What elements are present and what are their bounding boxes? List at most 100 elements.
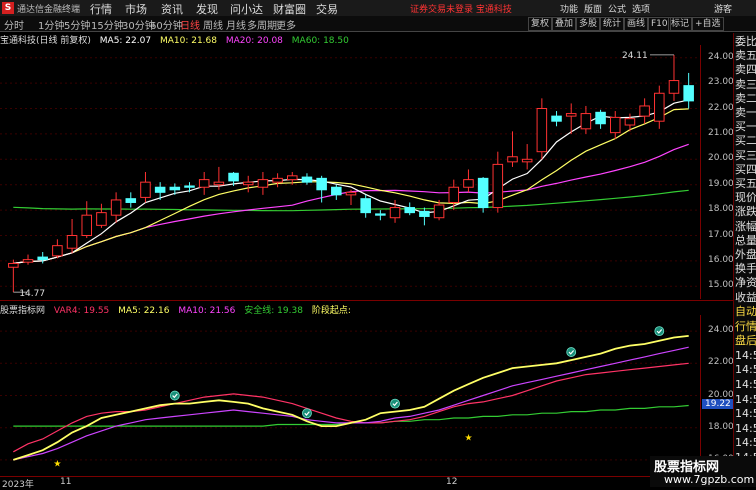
tick-time-label[interactable]: 14:5 <box>735 378 756 392</box>
quote-field-label[interactable]: 卖二 <box>735 92 756 106</box>
quote-field-label[interactable]: 外盘 <box>735 248 756 262</box>
candle-body <box>66 235 78 249</box>
period-daily[interactable]: 日线 <box>180 17 200 32</box>
menu-zixun[interactable]: 资讯 <box>161 1 183 17</box>
menu-shichang[interactable]: 市场 <box>125 1 147 17</box>
quote-field-label[interactable]: 买五 <box>735 177 756 191</box>
multi-stock-button[interactable]: 多股 <box>576 17 601 31</box>
candle-body <box>389 207 401 219</box>
period-5min[interactable]: 5分钟 <box>64 17 90 32</box>
pane-divider[interactable] <box>0 300 733 301</box>
quote-field-label[interactable]: 换手 <box>735 262 756 276</box>
menu-hangqing[interactable]: 行情 <box>90 1 112 17</box>
fuquan-button[interactable]: 复权 <box>528 17 553 31</box>
candle-body <box>668 80 680 94</box>
quote-side-panel[interactable]: 委比 卖五 卖四 卖三 卖二 卖一 买一 买二 买三 买四 买五 现价 涨跌 涨幅 总量 外盘 换手 净资 收益 自动… <box>733 33 756 485</box>
quote-field-label[interactable]: 净资 <box>735 276 756 290</box>
price-axis-tick: 19.00 <box>708 178 734 189</box>
menu-caifuquan[interactable]: 财富圈 <box>273 1 306 17</box>
tick-time-label[interactable]: 14:5 <box>735 436 756 450</box>
candle <box>668 54 680 101</box>
menu-gongshi[interactable]: 公式 <box>608 2 626 15</box>
badge-circle <box>302 408 312 419</box>
candle <box>66 218 78 254</box>
quote-field-label[interactable]: 涨跌 <box>735 205 756 219</box>
candle <box>257 172 269 195</box>
sub-axis-tick: 20.00 <box>708 389 734 400</box>
panel-tab-label[interactable]: 行情 <box>735 320 756 334</box>
candle-body <box>624 118 636 126</box>
candle-body <box>125 198 137 203</box>
candle-body <box>316 177 327 191</box>
quote-field-label[interactable]: 卖一 <box>735 106 756 120</box>
menu-wenxiaoda[interactable]: 问小达 <box>230 1 263 17</box>
candle-body <box>81 214 93 236</box>
candle-body <box>52 245 63 257</box>
quote-field-label[interactable]: 买一 <box>735 120 756 134</box>
period-fenshi[interactable]: 分时 <box>4 17 24 32</box>
tick-time-label[interactable]: 14:5 <box>735 407 756 421</box>
tick-time-label[interactable]: 14:5 <box>735 393 756 407</box>
price-axis-tick: 22.00 <box>708 102 734 113</box>
candle <box>654 85 665 129</box>
menu-faxian[interactable]: 发现 <box>196 1 218 17</box>
quote-field-label[interactable]: 买四 <box>735 163 756 177</box>
date-label-dec: 12 <box>446 477 458 487</box>
candle-body <box>609 116 621 134</box>
quote-field-label[interactable]: 买三 <box>735 149 756 163</box>
date-label-nov: 11 <box>60 477 72 487</box>
guest-user[interactable]: 游客 <box>714 2 732 15</box>
sub-axis-tick: 24.00 <box>708 325 734 336</box>
price-axis-tick: 15.00 <box>708 280 734 291</box>
period-weekly[interactable]: 周线 <box>203 17 223 32</box>
candle-body <box>595 111 606 125</box>
quote-field-label[interactable]: 委比 <box>735 35 756 49</box>
date-label-year: 2023年 <box>2 480 34 490</box>
menu-banmian[interactable]: 版面 <box>584 2 602 15</box>
sub-axis-tick: 18.00 <box>708 421 734 432</box>
period-60min[interactable]: 60分钟 <box>150 17 183 32</box>
tick-time-label[interactable]: 14:5 <box>735 422 756 436</box>
period-multi[interactable]: 多周期 <box>247 17 277 32</box>
menu-gongneng[interactable]: 功能 <box>560 2 578 15</box>
tick-time-label[interactable]: 14:5 <box>735 349 756 363</box>
period-monthly[interactable]: 月线 <box>226 17 246 32</box>
quote-field-label[interactable]: 买二 <box>735 134 756 148</box>
menu-jiaoyi[interactable]: 交易 <box>316 1 338 17</box>
menu-xuanxiang[interactable]: 选项 <box>632 2 650 15</box>
overlay-button[interactable]: 叠加 <box>552 17 577 31</box>
quote-field-label[interactable]: 卖四 <box>735 63 756 77</box>
period-15min[interactable]: 15分钟 <box>91 17 124 32</box>
quote-field-label[interactable]: 收益 <box>735 291 756 305</box>
candle <box>96 203 107 228</box>
quote-field-label[interactable]: 卖五 <box>735 49 756 63</box>
candle <box>507 131 518 167</box>
indicator-chart[interactable]: ★★ <box>0 315 700 476</box>
current-value-tag: 19.22 <box>702 399 734 410</box>
candle <box>140 172 151 203</box>
panel-tab-label[interactable]: 盘后 <box>735 334 756 348</box>
panel-tab-label[interactable]: 自动 <box>735 305 756 319</box>
candle <box>345 189 357 206</box>
candle <box>242 175 254 193</box>
draw-line-button[interactable]: 画线 <box>624 17 649 31</box>
quote-field-label[interactable]: 总量 <box>735 234 756 248</box>
stats-button[interactable]: 统计 <box>600 17 625 31</box>
candlestick-chart[interactable]: 24.11 14.77 <box>0 45 700 299</box>
quote-field-label[interactable]: 卖三 <box>735 78 756 92</box>
candle-body <box>96 212 107 226</box>
period-1min[interactable]: 1分钟 <box>38 17 64 32</box>
date-axis: 2023年 11 12 <box>0 476 700 490</box>
candle-body <box>360 198 371 214</box>
candle-body <box>272 177 283 183</box>
quote-field-label[interactable]: 现价 <box>735 191 756 205</box>
candle <box>52 239 63 259</box>
login-notice[interactable]: 证券交易未登录 宝通科技 <box>410 2 512 15</box>
watermark-url: www.7gpzb.com <box>664 473 755 486</box>
add-watchlist-button[interactable]: +自选 <box>692 17 724 31</box>
quote-field-label[interactable]: 涨幅 <box>735 220 756 234</box>
candle <box>37 252 48 264</box>
period-more[interactable]: 更多 <box>276 17 296 32</box>
tick-time-label[interactable]: 14:5 <box>735 363 756 377</box>
mark-button[interactable]: 标记 <box>668 17 693 31</box>
